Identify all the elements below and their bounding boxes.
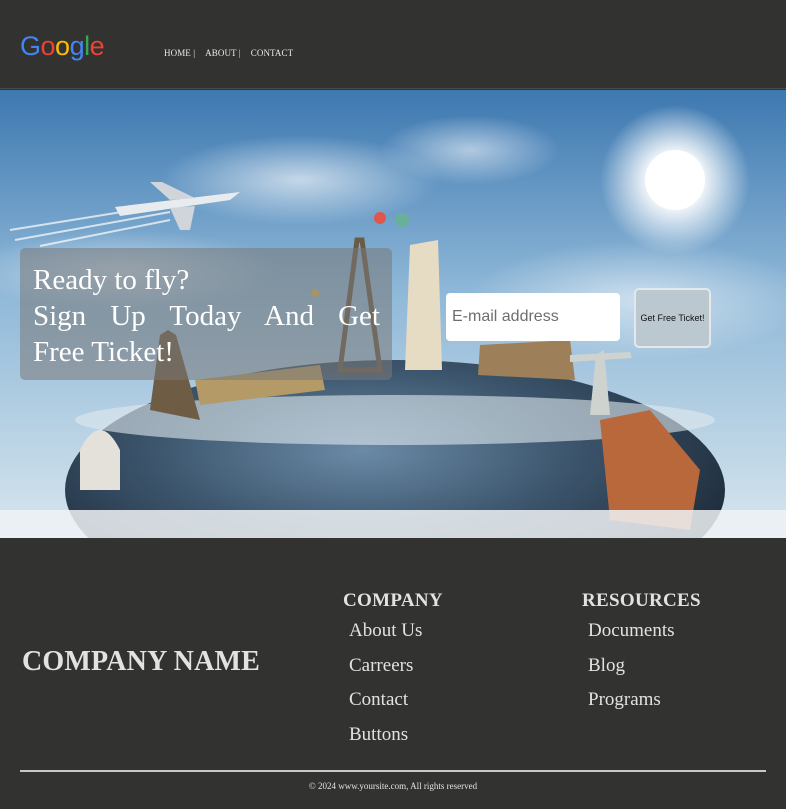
footer-link-documents[interactable]: Documents [588, 620, 701, 655]
logo-letter: e [89, 31, 105, 61]
logo-letter: g [69, 31, 85, 61]
footer-link-buttons[interactable]: Buttons [349, 724, 443, 759]
footer-heading-company: COMPANY [343, 590, 443, 611]
nav-contact[interactable]: CONTACT [251, 48, 293, 58]
footer-link-about-us[interactable]: About Us [349, 620, 443, 655]
hero-subline: Sign Up Today And Get [33, 300, 380, 332]
footer-link-contact[interactable]: Contact [349, 689, 443, 724]
footer-link-careers[interactable]: Carreers [349, 655, 443, 690]
main-nav: HOME | ABOUT | CONTACT [164, 48, 303, 58]
hero-subline-2: Free Ticket! [33, 336, 174, 368]
footer-column-resources: RESOURCES Documents Blog Programs [582, 590, 701, 724]
signup-promo-box: Ready to fly? Sign Up Today And Get Free… [20, 248, 392, 380]
footer-heading-resources: RESOURCES [582, 590, 701, 611]
footer-link-programs[interactable]: Programs [588, 689, 701, 724]
footer-column-company: COMPANY About Us Carreers Contact Button… [343, 590, 443, 759]
footer: COMPANY NAME COMPANY About Us Carreers C… [0, 540, 786, 809]
header: Google HOME | ABOUT | CONTACT [0, 0, 786, 89]
logo-letter: o [55, 31, 70, 61]
get-free-ticket-button[interactable]: Get Free Ticket! [634, 288, 711, 348]
google-logo[interactable]: Google [20, 31, 105, 61]
footer-divider [20, 770, 766, 772]
hero-banner: Ready to fly? Sign Up Today And Get Free… [0, 90, 786, 538]
footer-company-name: COMPANY NAME [22, 646, 261, 677]
nav-about[interactable]: ABOUT | [205, 48, 241, 58]
hero-headline: Ready to fly? [33, 264, 190, 296]
footer-link-blog[interactable]: Blog [588, 655, 701, 690]
copyright-text: © 2024 www.yoursite.com, All rights rese… [308, 781, 478, 791]
logo-letter: G [20, 31, 41, 61]
logo-letter: o [40, 31, 56, 61]
email-input[interactable] [446, 293, 620, 341]
nav-home[interactable]: HOME | [164, 48, 195, 58]
